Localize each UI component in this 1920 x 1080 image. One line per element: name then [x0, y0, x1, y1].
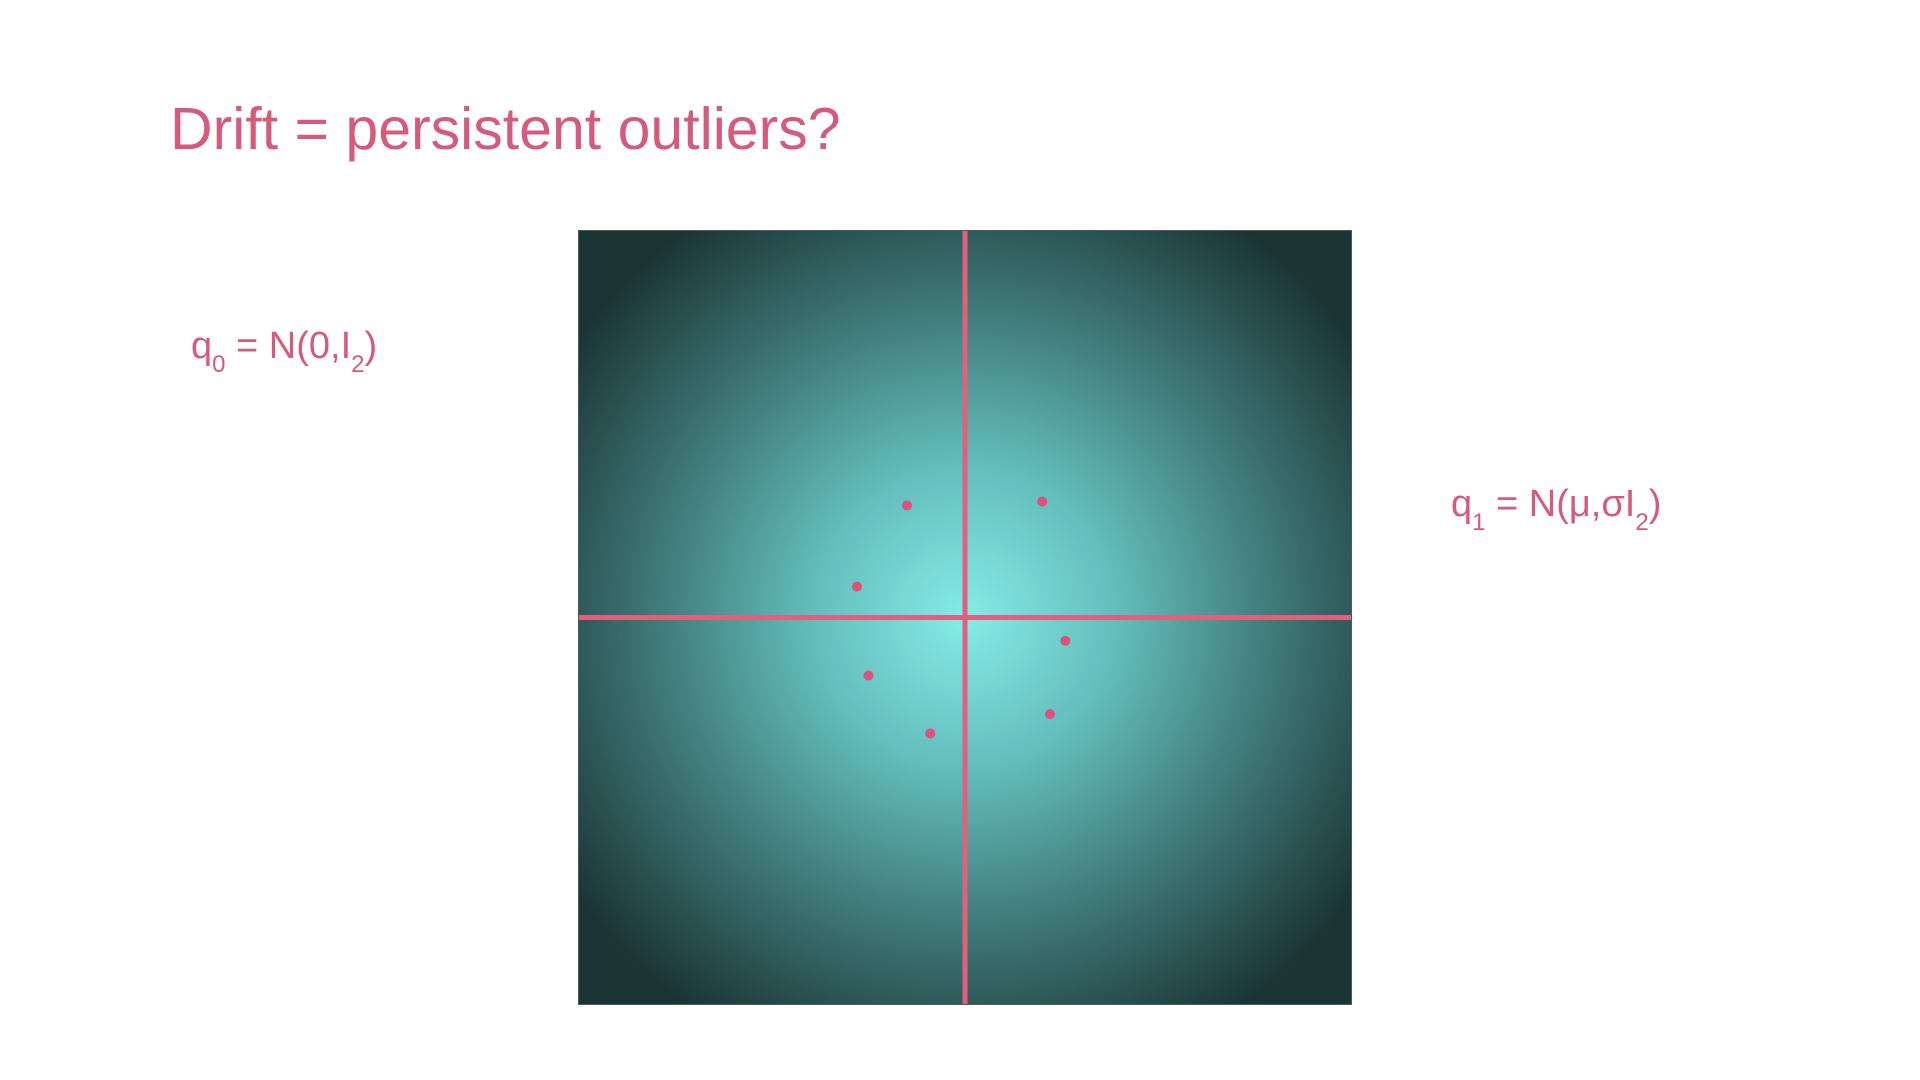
formula-q1-end: ) — [1648, 483, 1662, 525]
slide: Drift = persistent outliers? q0 = N(0,I2… — [0, 0, 1920, 1080]
formula-q0-sub: 0 — [212, 351, 226, 378]
formula-q1-base: q — [1451, 483, 1473, 525]
data-point-1 — [902, 500, 913, 511]
data-point-7 — [925, 728, 936, 739]
formula-q1-mid: = N(μ,σI — [1485, 483, 1636, 525]
formula-q0-end: ) — [364, 325, 378, 367]
density-plot — [578, 230, 1352, 1005]
data-point-4 — [1060, 635, 1071, 646]
formula-q1-sub: 1 — [1472, 509, 1486, 536]
formula-q1: q1 = N(μ,σI2) — [1451, 483, 1661, 537]
formula-q0-base: q — [191, 325, 213, 367]
slide-title: Drift = persistent outliers? — [170, 96, 841, 162]
formula-q1-sub2: 2 — [1635, 509, 1649, 536]
formula-q0: q0 = N(0,I2) — [191, 325, 377, 379]
formula-q0-sub2: 2 — [351, 351, 365, 378]
data-point-6 — [1044, 709, 1055, 720]
formula-q0-mid: = N(0,I — [225, 325, 352, 367]
scatter-plot-svg — [579, 231, 1351, 1004]
data-point-5 — [863, 670, 874, 681]
data-point-2 — [1037, 496, 1048, 507]
data-point-3 — [851, 581, 862, 592]
